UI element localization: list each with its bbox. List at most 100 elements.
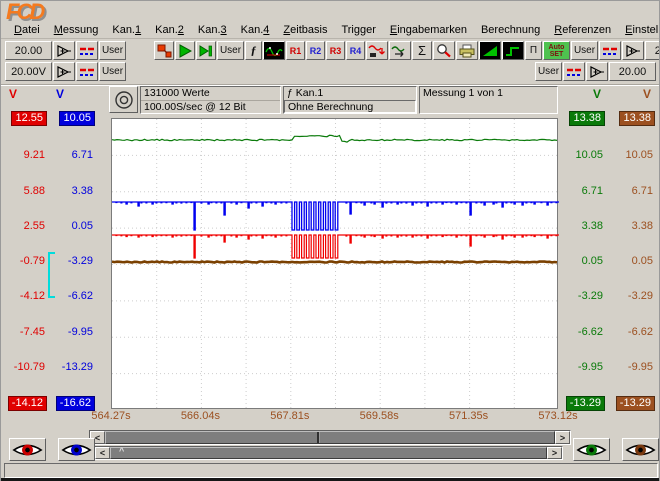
menu-item-kan1[interactable]: Kan.1 [105, 23, 148, 37]
axis-range-value: 12.55 [11, 111, 47, 126]
copy-to-reference-button[interactable] [366, 41, 388, 60]
overview-position-marker: ^ [119, 446, 124, 456]
toolbar-row-1: 20.00 User User ƒ R1 R2 R3 R4 [5, 41, 656, 61]
x-tick-label: 569.58s [360, 410, 399, 422]
axis-column-red: V12.559.215.882.55-0.79-4.12-7.45-10.79-… [2, 87, 47, 411]
menu-item-eingabemarken[interactable]: Eingabemarken [383, 23, 474, 37]
function-button[interactable]: ƒ [245, 41, 262, 60]
autoset-button[interactable]: Auto SET [543, 41, 570, 60]
scrollbar-track[interactable] [105, 431, 555, 444]
axis-tick-value: -10.79 [2, 361, 47, 373]
application-window: FCD DateiMessungKan.1Kan.2Kan.3Kan.4Zeit… [0, 0, 660, 481]
overview-thumb[interactable]: ^ [110, 447, 547, 459]
restore-from-reference-button[interactable] [389, 41, 411, 60]
waveform-icon [265, 44, 283, 58]
pulse-button[interactable]: Π [525, 41, 542, 60]
menu-item-zeitbasis[interactable]: Zeitbasis [276, 23, 334, 37]
trace-style-button[interactable] [76, 41, 98, 60]
reference-2-button[interactable]: R2 [306, 41, 325, 60]
scroll-right-button[interactable]: > [555, 431, 570, 444]
axis-tick-value: -9.95 [607, 361, 655, 373]
channel1-range-display[interactable]: 20.00 [5, 41, 52, 60]
axis-unit-label: V [2, 87, 47, 107]
left-axis: V12.559.215.882.55-0.79-4.12-7.45-10.79-… [1, 87, 97, 411]
axis-tick-value: 5.88 [2, 185, 47, 197]
menu-item-messung[interactable]: Messung [47, 23, 106, 37]
overview-track[interactable]: ^ [110, 447, 547, 459]
autoset-label-line1: Auto [549, 44, 565, 51]
trace-kan1 [112, 202, 559, 230]
scrollbar-thumb[interactable] [105, 431, 555, 444]
channel-label: ƒ Kan.1 [284, 87, 416, 100]
channel4-range-display[interactable]: 20.00 [609, 62, 656, 81]
trace-style-button-right-2[interactable] [563, 62, 585, 81]
waveform-display-button[interactable] [263, 41, 285, 60]
connect-device-button[interactable] [154, 41, 174, 60]
sum-button[interactable]: Σ [412, 41, 432, 60]
amplifier-button-right-1[interactable] [622, 41, 644, 60]
reference-4-button[interactable]: R4 [346, 41, 365, 60]
single-measurement-button[interactable] [196, 41, 216, 60]
step-display-button[interactable] [502, 41, 524, 60]
amplifier-button-right-2[interactable] [586, 62, 608, 81]
toolbar-row-2: 20.00V User User 20.00 [5, 62, 656, 82]
axis-unit-label: V [49, 87, 95, 107]
scrollbar-split-handle[interactable] [317, 432, 320, 443]
measurement-info-panel: Messung 1 von 1 [419, 86, 558, 114]
axis-range-value: 13.38 [619, 111, 655, 126]
user-scale-button-2[interactable]: User [99, 62, 126, 81]
time-range-scrollbar: < > [89, 430, 571, 445]
amplifier-button[interactable] [53, 41, 75, 60]
autoset-label-line2: SET [550, 51, 564, 58]
reference-3-button[interactable]: R3 [326, 41, 345, 60]
menu-item-trigger[interactable]: Trigger [334, 23, 382, 37]
axis-tick-value: 3.38 [49, 185, 95, 197]
channel-green-visibility-button[interactable] [573, 438, 610, 461]
axis-tick-value: 2.55 [2, 220, 47, 232]
record-mode-button[interactable] [109, 86, 138, 113]
axis-tick-value: 0.05 [559, 255, 605, 267]
y-range-cursor[interactable] [48, 252, 55, 298]
eye-icon [11, 440, 44, 460]
x-tick-label: 564.27s [91, 410, 130, 422]
amplifier-icon [589, 65, 605, 79]
channel3-range-display[interactable]: 20.00 [645, 41, 660, 60]
user-action-button[interactable]: User [217, 41, 244, 60]
menu-item-kan3[interactable]: Kan.3 [191, 23, 234, 37]
trace-style-button-right-1[interactable] [599, 41, 621, 60]
trace-style-button-2[interactable] [76, 62, 98, 81]
axis-range-value: -13.29 [616, 396, 655, 411]
ramp-display-button[interactable] [479, 41, 501, 60]
menu-item-datei[interactable]: Datei [7, 23, 47, 37]
channel-brown-visibility-button[interactable] [622, 438, 659, 461]
amplifier-icon [625, 44, 641, 58]
menu-item-kan2[interactable]: Kan.2 [148, 23, 191, 37]
channel2-range-display[interactable]: 20.00V [5, 62, 52, 81]
zoom-button[interactable] [433, 41, 455, 60]
axis-column-blue: V10.056.713.380.05-3.29-6.62-9.95-13.29-… [49, 87, 95, 411]
menu-item-einstellungen[interactable]: Einstellungen [618, 23, 660, 37]
amplifier-button-2[interactable] [53, 62, 75, 81]
plot-area[interactable] [111, 118, 558, 409]
print-button[interactable] [456, 41, 478, 60]
user-scale-button-1[interactable]: User [99, 41, 126, 60]
menu-item-referenzen[interactable]: Referenzen [547, 23, 618, 37]
axis-tick-value: -6.62 [49, 290, 95, 302]
axis-tick-value: 6.71 [559, 185, 605, 197]
toolbar-right-group-2: User 20.00 [535, 62, 656, 81]
axis-column-green: V13.3810.056.713.380.05-3.29-6.62-9.95-1… [559, 87, 605, 411]
start-measurement-button[interactable] [175, 41, 195, 60]
user-scale-button-right-2[interactable]: User [535, 62, 562, 81]
overview-scroll-left-button[interactable]: < [95, 447, 110, 459]
menu-item-kan4[interactable]: Kan.4 [234, 23, 277, 37]
menu-item-berechnung[interactable]: Berechnung [474, 23, 547, 37]
overview-scroll-right-button[interactable]: > [547, 447, 562, 459]
channel-red-visibility-button[interactable] [9, 438, 46, 461]
right-axis: V13.3810.056.713.380.05-3.29-6.62-9.95-1… [559, 87, 658, 411]
reference-1-button[interactable]: R1 [286, 41, 305, 60]
channel-blue-visibility-button[interactable] [58, 438, 95, 461]
axis-tick-value: -13.29 [49, 361, 95, 373]
user-scale-button-right-1[interactable]: User [571, 41, 598, 60]
x-tick-label: 573.12s [538, 410, 577, 422]
axis-tick-value: 6.71 [607, 185, 655, 197]
